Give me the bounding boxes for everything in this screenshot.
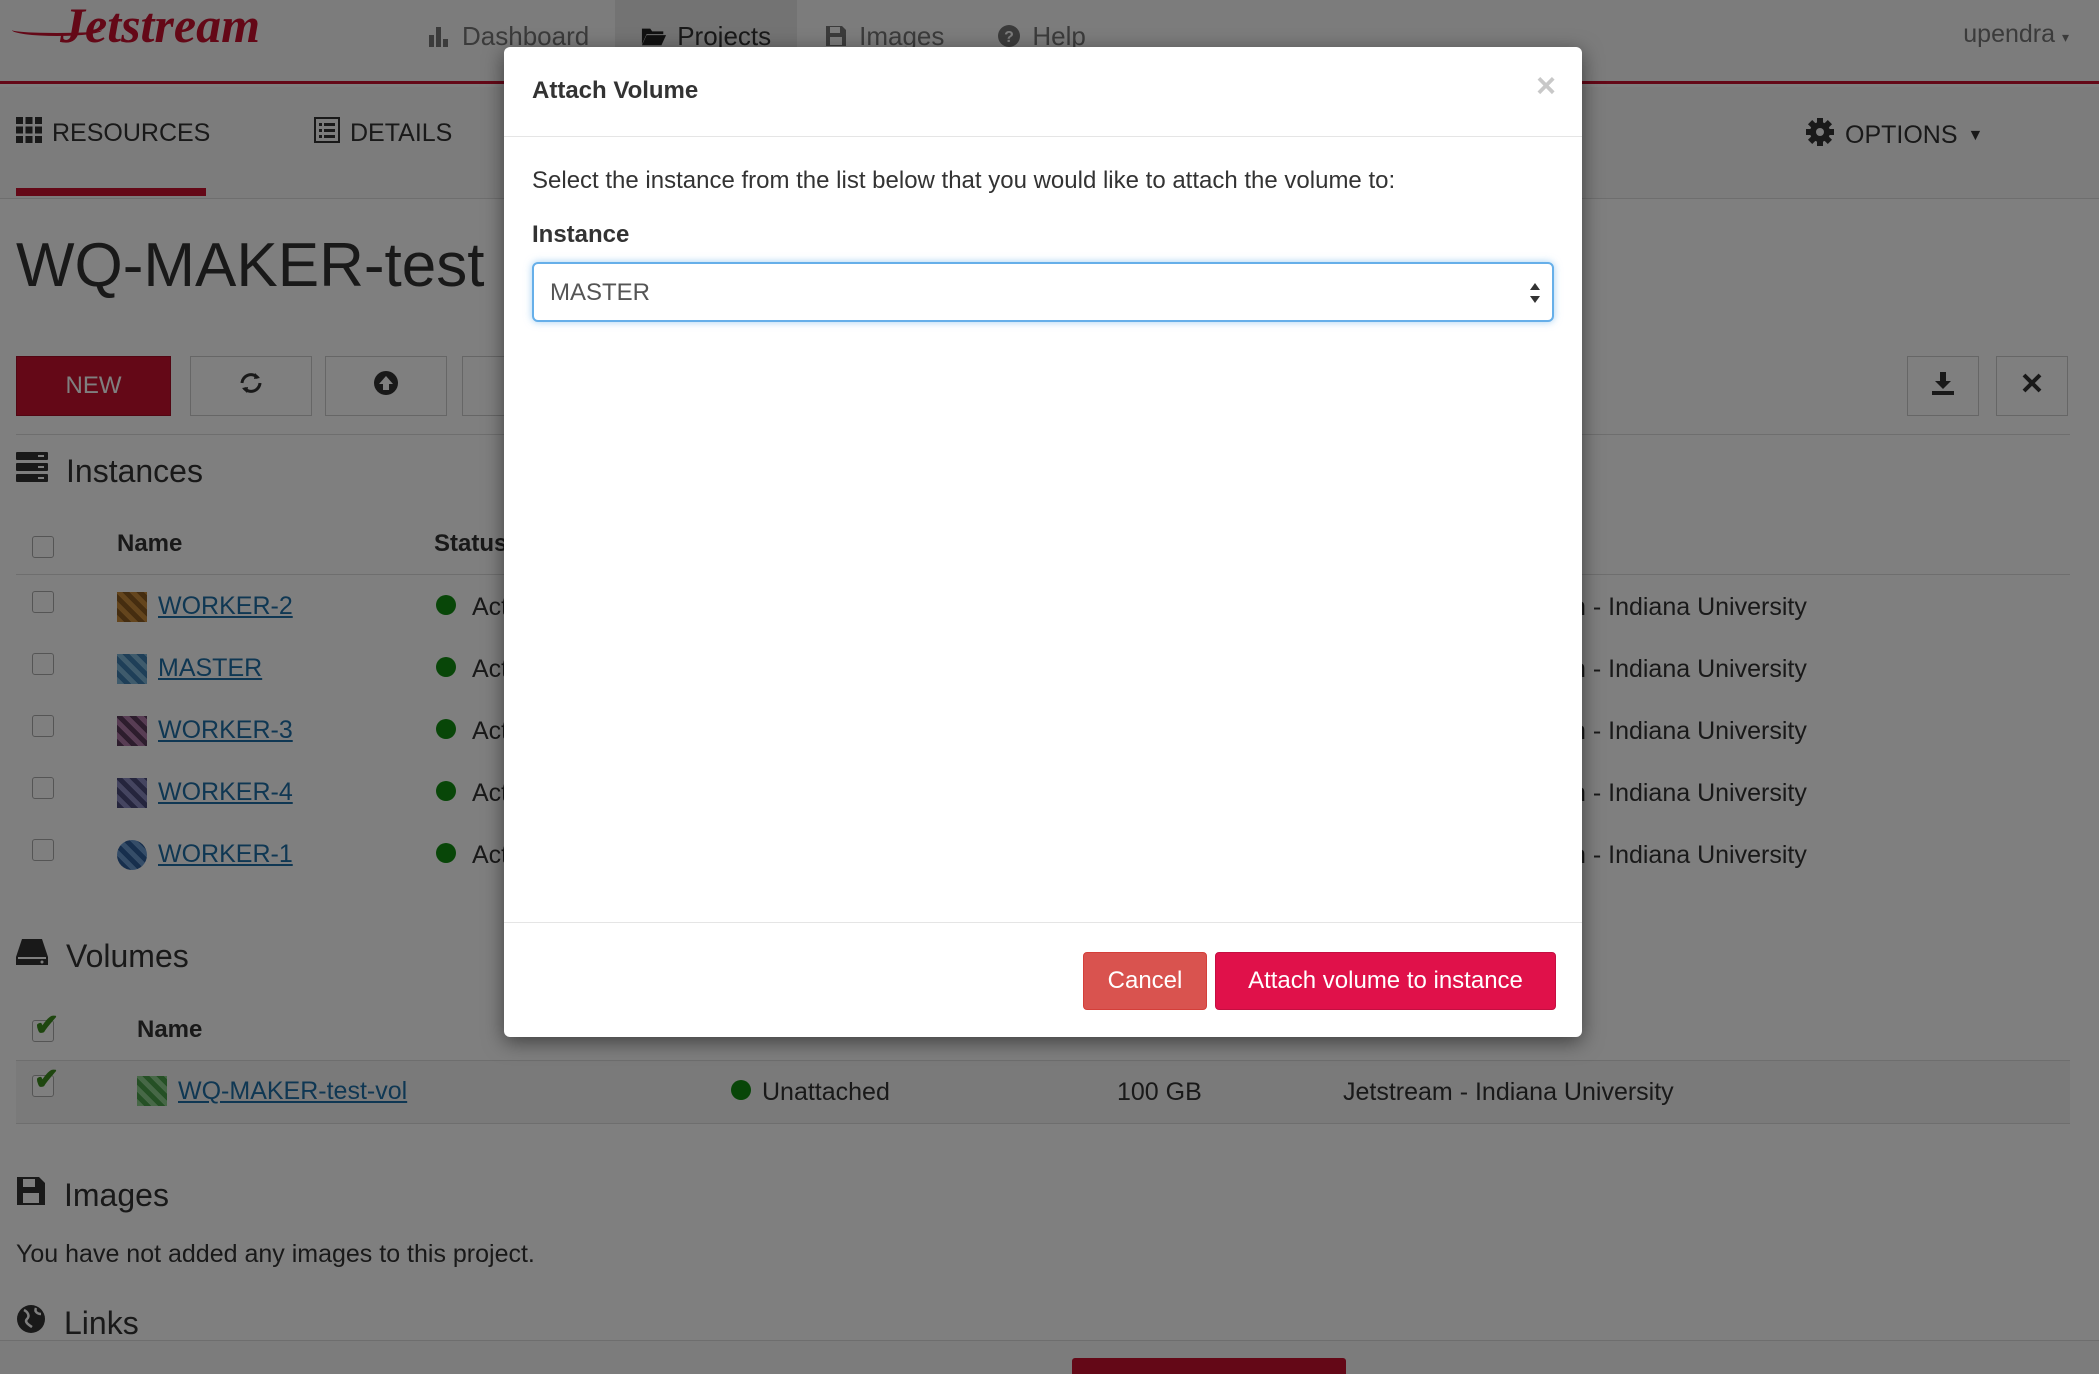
attach-volume-button[interactable]: Attach volume to instance <box>1215 952 1556 1010</box>
select-arrows-icon <box>1528 278 1542 308</box>
modal-instruction: Select the instance from the list below … <box>532 167 1396 194</box>
modal-footer: Cancel Attach volume to instance <box>504 922 1582 1037</box>
instance-select-value: MASTER <box>550 279 651 306</box>
cancel-button[interactable]: Cancel <box>1083 952 1207 1010</box>
close-icon[interactable]: × <box>1536 67 1556 106</box>
modal-title: Attach Volume <box>532 77 699 104</box>
instance-field-label: Instance <box>532 221 630 248</box>
modal-header: Attach Volume × <box>504 47 1582 137</box>
attach-volume-dialog: Attach Volume × Select the instance from… <box>504 47 1582 1037</box>
instance-select[interactable]: MASTER <box>532 262 1554 322</box>
